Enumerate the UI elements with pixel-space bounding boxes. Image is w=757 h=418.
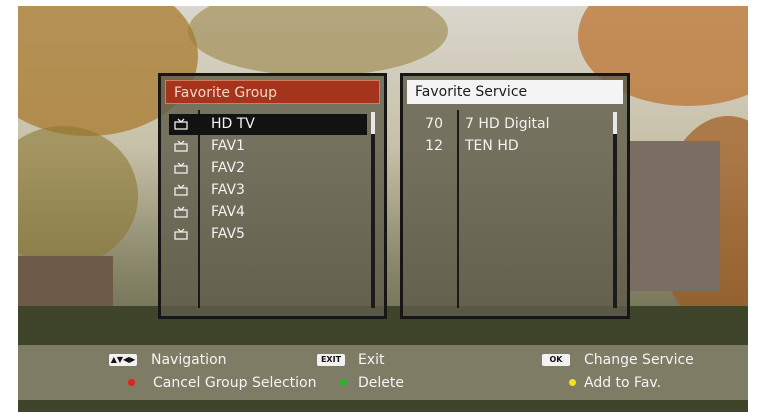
group-item-label: FAV1 bbox=[211, 138, 245, 154]
group-scrollbar-thumb[interactable] bbox=[371, 112, 375, 134]
service-scrollbar-thumb[interactable] bbox=[613, 112, 617, 134]
service-name: TEN HD bbox=[465, 138, 519, 154]
yellow-button-icon bbox=[569, 379, 576, 386]
tv-icon bbox=[174, 206, 188, 218]
group-item-fav4[interactable]: FAV4 bbox=[169, 202, 367, 223]
tv-icon bbox=[174, 228, 188, 240]
tv-icon bbox=[174, 162, 188, 174]
service-number: 70 bbox=[425, 116, 443, 132]
green-button-icon bbox=[340, 379, 347, 386]
navigation-arrows-icon: ▲▼◀▶ bbox=[109, 354, 137, 366]
group-item-label: FAV4 bbox=[211, 204, 245, 220]
service-name: 7 HD Digital bbox=[465, 116, 550, 132]
red-button-icon bbox=[128, 379, 135, 386]
group-item-fav5[interactable]: FAV5 bbox=[169, 224, 367, 245]
exit-key-icon: EXIT bbox=[317, 354, 345, 366]
cancel-group-selection-hint[interactable]: Cancel Group Selection bbox=[153, 374, 316, 392]
group-item-label: FAV5 bbox=[211, 226, 245, 242]
service-scrollbar[interactable] bbox=[613, 112, 617, 308]
tv-icon bbox=[174, 118, 188, 130]
favorite-service-title: Favorite Service bbox=[407, 80, 623, 104]
favorite-group-panel: Favorite Group HD TV FAV1 FAV2 FAV3 FAV4… bbox=[158, 73, 387, 319]
favorite-service-panel: Favorite Service 70 7 HD Digital 12 TEN … bbox=[400, 73, 630, 319]
group-item-label: HD TV bbox=[211, 116, 255, 132]
service-row[interactable]: 70 7 HD Digital bbox=[411, 114, 611, 135]
building-right bbox=[630, 141, 720, 291]
group-item-label: FAV3 bbox=[211, 182, 245, 198]
favorite-group-title: Favorite Group bbox=[165, 80, 380, 104]
group-scrollbar[interactable] bbox=[371, 112, 375, 308]
navigation-hint: Navigation bbox=[151, 352, 227, 368]
add-to-fav-hint[interactable]: Add to Fav. bbox=[584, 374, 661, 392]
group-item-fav3[interactable]: FAV3 bbox=[169, 180, 367, 201]
help-bar: ▲▼◀▶ Navigation EXIT Exit OK Change Serv… bbox=[18, 345, 748, 400]
group-item-label: FAV2 bbox=[211, 160, 245, 176]
foliage-top-center bbox=[188, 6, 448, 76]
group-item-fav1[interactable]: FAV1 bbox=[169, 136, 367, 157]
service-row[interactable]: 12 TEN HD bbox=[411, 136, 611, 157]
ok-key-icon: OK bbox=[542, 354, 570, 366]
change-service-hint[interactable]: Change Service bbox=[584, 351, 694, 369]
exit-hint[interactable]: Exit bbox=[358, 351, 385, 369]
tv-icon bbox=[174, 184, 188, 196]
tv-screen: Favorite Group HD TV FAV1 FAV2 FAV3 FAV4… bbox=[0, 0, 757, 418]
service-number: 12 bbox=[425, 138, 443, 154]
tv-icon bbox=[174, 140, 188, 152]
group-item-fav2[interactable]: FAV2 bbox=[169, 158, 367, 179]
delete-hint[interactable]: Delete bbox=[358, 374, 404, 392]
foliage-left bbox=[18, 126, 138, 266]
group-item-hd-tv[interactable]: HD TV bbox=[169, 114, 367, 135]
